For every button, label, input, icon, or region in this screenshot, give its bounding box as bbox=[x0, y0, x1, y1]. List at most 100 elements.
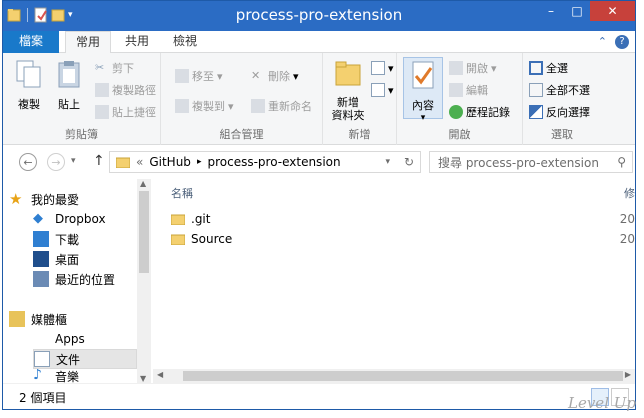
address-dropdown-icon[interactable]: ▾ bbox=[385, 157, 390, 167]
tab-view[interactable]: 檢視 bbox=[163, 31, 207, 53]
tab-home[interactable]: 常用 bbox=[65, 31, 111, 54]
easy-access-button[interactable]: ▾ bbox=[371, 81, 394, 99]
history-button[interactable]: 歷程記錄 bbox=[449, 103, 510, 121]
tab-file[interactable]: 檔案 bbox=[3, 31, 59, 53]
content-area: ★ 我的最愛 ◆ Dropbox 下載 桌面 最近的位置 媒體櫃 Apps 文件… bbox=[3, 179, 635, 383]
folder-icon bbox=[171, 214, 185, 225]
select-group-label: 選取 bbox=[551, 128, 573, 141]
download-icon bbox=[33, 231, 49, 247]
file-list-scroll-thumb[interactable] bbox=[183, 371, 623, 381]
apps-icon bbox=[33, 331, 49, 347]
watermark: Level Up bbox=[568, 394, 636, 412]
open-group-label: 開啟 bbox=[448, 128, 471, 141]
new-item-icon bbox=[371, 61, 385, 75]
copy-button[interactable]: 複製 bbox=[11, 59, 47, 112]
paste-label: 貼上 bbox=[58, 98, 80, 111]
forward-button[interactable]: → bbox=[47, 153, 65, 171]
nav-item-music[interactable]: ♪ 音樂 bbox=[33, 369, 135, 383]
up-arrow-icon[interactable]: ↑ bbox=[93, 153, 105, 169]
file-row[interactable]: Source 20 bbox=[171, 229, 635, 249]
overflow-chevron-icon[interactable]: « bbox=[136, 155, 143, 169]
nav-scrollbar[interactable]: ▲ ▼ bbox=[137, 179, 151, 383]
scroll-right-icon[interactable]: ▶ bbox=[625, 370, 631, 379]
organize-group-label: 組合管理 bbox=[219, 128, 264, 141]
new-folder-label: 新增 資料夾 bbox=[331, 96, 365, 122]
nav-item-downloads[interactable]: 下載 bbox=[33, 229, 135, 249]
navigation-pane: ★ 我的最愛 ◆ Dropbox 下載 桌面 最近的位置 媒體櫃 Apps 文件… bbox=[3, 179, 151, 383]
chevron-up-icon[interactable]: ⌃ bbox=[598, 35, 607, 49]
select-none-icon bbox=[529, 83, 543, 97]
copy-path-button[interactable]: 複製路徑 bbox=[95, 81, 156, 99]
delete-x-icon: ✕ bbox=[251, 69, 261, 82]
refresh-icon[interactable]: ↻ bbox=[404, 155, 414, 169]
copy-to-button[interactable]: 複製到 ▾ bbox=[175, 97, 234, 115]
properties-button[interactable]: 內容 ▾ bbox=[403, 57, 443, 123]
back-button[interactable]: ← bbox=[19, 153, 37, 171]
properties-checkmark-icon bbox=[412, 61, 434, 89]
dropbox-icon: ◆ bbox=[33, 211, 43, 226]
select-all-icon bbox=[529, 61, 543, 75]
help-icon[interactable]: ? bbox=[615, 35, 629, 49]
edit-button[interactable]: 編輯 bbox=[449, 81, 488, 99]
paste-shortcut-button[interactable]: 貼上捷徑 bbox=[95, 103, 156, 121]
file-list: 名稱 修 .git 20 Source 20 bbox=[153, 179, 635, 383]
paste-button[interactable]: 貼上 bbox=[51, 59, 87, 112]
new-group: 新增 資料夾 ▾ ▾ 新增 bbox=[323, 53, 397, 145]
scroll-down-icon[interactable]: ▼ bbox=[140, 374, 146, 383]
tab-share[interactable]: 共用 bbox=[115, 31, 159, 53]
column-header-name[interactable]: 名稱 bbox=[171, 185, 193, 201]
nav-item-recent[interactable]: 最近的位置 bbox=[33, 269, 135, 289]
search-icon[interactable]: ⚲ bbox=[617, 155, 626, 169]
new-item-button[interactable]: ▾ bbox=[371, 59, 394, 77]
paste-icon bbox=[58, 61, 80, 88]
maximize-button[interactable]: □ bbox=[564, 1, 590, 21]
open-group: 內容 ▾ 開啟 ▾ 編輯 歷程記錄 開啟 bbox=[397, 53, 523, 145]
copy-icon bbox=[16, 60, 41, 88]
invert-selection-button[interactable]: 反向選擇 bbox=[529, 103, 590, 121]
address-row: ← → ▾ ↑ « GitHub ▸ process-pro-extension… bbox=[3, 145, 635, 179]
new-folder-button[interactable]: 新增 資料夾 bbox=[329, 59, 367, 122]
column-header-date[interactable]: 修 bbox=[624, 185, 635, 201]
open-icon bbox=[449, 61, 463, 75]
scroll-up-icon[interactable]: ▲ bbox=[140, 179, 146, 188]
nav-item-documents[interactable]: 文件 bbox=[33, 349, 137, 369]
status-bar: 2 個項目 bbox=[3, 383, 635, 409]
address-bar[interactable]: « GitHub ▸ process-pro-extension ▾ ↻ bbox=[109, 151, 421, 173]
nav-favorites[interactable]: ★ 我的最愛 bbox=[9, 189, 135, 209]
nav-item-apps[interactable]: Apps bbox=[33, 329, 135, 349]
nav-libraries[interactable]: 媒體櫃 bbox=[9, 309, 135, 329]
rename-button[interactable]: 重新命名 bbox=[251, 97, 312, 115]
minimize-button[interactable]: – bbox=[538, 1, 564, 21]
cut-button[interactable]: ✂ 剪下 bbox=[95, 59, 134, 77]
select-none-button[interactable]: 全部不選 bbox=[529, 81, 590, 99]
delete-button[interactable]: ✕ 刪除 ▾ bbox=[251, 67, 299, 85]
folder-icon bbox=[335, 61, 361, 86]
file-list-scrollbar[interactable]: ◀ ▶ bbox=[153, 369, 635, 383]
clipboard-group: 複製 貼上 ✂ 剪下 複製路徑 貼上捷徑 剪貼簿 bbox=[3, 53, 161, 145]
scissors-icon: ✂ bbox=[95, 61, 105, 74]
file-row[interactable]: .git 20 bbox=[171, 209, 635, 229]
copy-to-icon bbox=[175, 99, 189, 113]
copy-label: 複製 bbox=[18, 98, 40, 111]
open-button[interactable]: 開啟 ▾ bbox=[449, 59, 497, 77]
nav-scroll-thumb[interactable] bbox=[139, 191, 149, 273]
ribbon: 複製 貼上 ✂ 剪下 複製路徑 貼上捷徑 剪貼簿 移至 ▾ ✕ 刪除 ▾ 複製到… bbox=[3, 53, 635, 145]
breadcrumb-current[interactable]: process-pro-extension bbox=[207, 155, 340, 169]
select-group: 全選 全部不選 反向選擇 選取 bbox=[523, 53, 601, 145]
music-note-icon: ♪ bbox=[33, 369, 42, 383]
scroll-left-icon[interactable]: ◀ bbox=[157, 370, 163, 379]
nav-item-dropbox[interactable]: ◆ Dropbox bbox=[33, 209, 135, 229]
select-all-button[interactable]: 全選 bbox=[529, 59, 568, 77]
title-bar: ▾ process-pro-extension – □ ✕ bbox=[3, 1, 635, 31]
recent-locations-chevron-icon[interactable]: ▾ bbox=[71, 156, 76, 166]
search-input[interactable]: 搜尋 process-pro-extension ⚲ bbox=[429, 151, 633, 173]
nav-item-desktop[interactable]: 桌面 bbox=[33, 249, 135, 269]
star-icon: ★ bbox=[9, 190, 23, 208]
close-button[interactable]: ✕ bbox=[590, 1, 635, 21]
paste-shortcut-icon bbox=[95, 105, 109, 119]
arrow-right-icon: → bbox=[51, 155, 61, 169]
breadcrumb-separator-icon[interactable]: ▸ bbox=[197, 157, 202, 167]
move-to-button[interactable]: 移至 ▾ bbox=[175, 67, 223, 85]
breadcrumb-github[interactable]: GitHub bbox=[149, 155, 191, 169]
organize-group: 移至 ▾ ✕ 刪除 ▾ 複製到 ▾ 重新命名 組合管理 bbox=[161, 53, 323, 145]
